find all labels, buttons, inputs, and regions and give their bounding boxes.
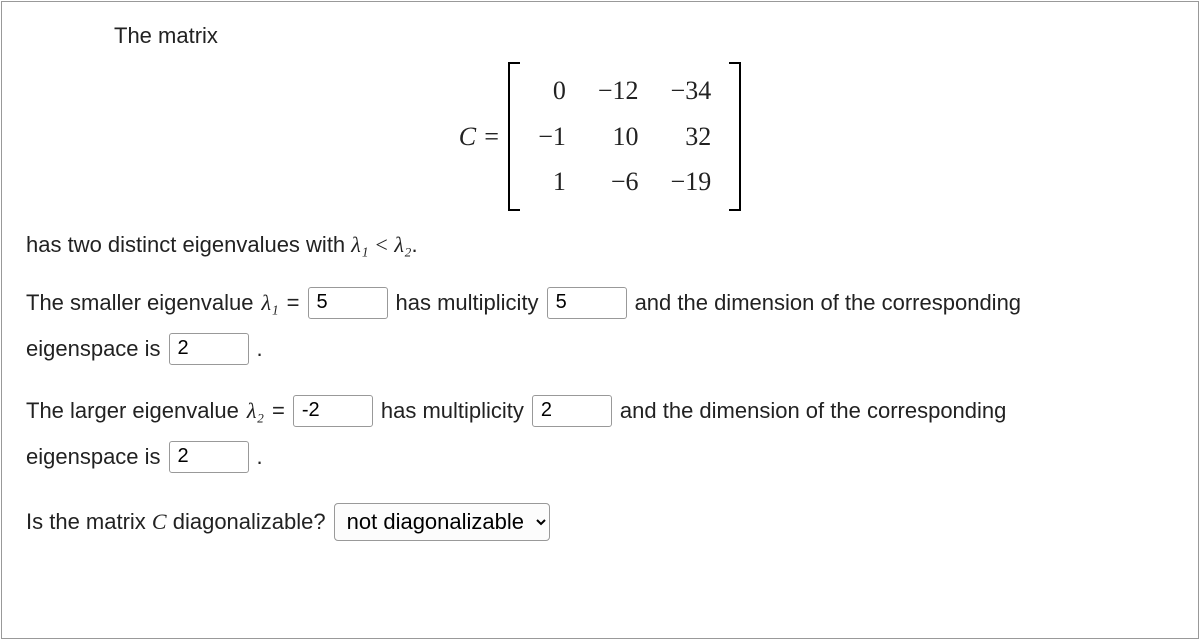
q1-dim-pre: and the dimension of the corresponding: [635, 287, 1021, 319]
distinct-line: has two distinct eigenvalues with λ₁ < λ…: [26, 229, 1174, 261]
q2-eig-pre: eigenspace is: [26, 441, 161, 473]
matrix-cell: 1: [522, 159, 582, 205]
diag-question: Is the matrix C diagonalizable?: [26, 506, 326, 538]
q2-pre: The larger eigenvalue: [26, 395, 239, 427]
matrix-label: C =: [459, 118, 500, 156]
q1-symbol: λ₁: [261, 287, 278, 319]
matrix-cell: 0: [522, 68, 582, 114]
lambda1-multiplicity-input[interactable]: [547, 287, 627, 319]
diagonalizable-line: Is the matrix C diagonalizable? not diag…: [26, 503, 1174, 541]
q1-period: .: [257, 333, 263, 365]
matrix-cell: −19: [655, 159, 728, 205]
question-frame: The matrix C = 0 −12 −34 −1 10 32 1 −6 −…: [1, 1, 1199, 639]
diag-pre: Is the matrix: [26, 509, 152, 534]
eigenvalue-1-line-2: eigenspace is .: [26, 333, 1174, 365]
matrix-row: 0 −12 −34: [522, 68, 727, 114]
lambda2-eigenspace-input[interactable]: [169, 441, 249, 473]
q2-mult-pre: has multiplicity: [381, 395, 524, 427]
lambda2-input[interactable]: [293, 395, 373, 427]
matrix-cell: 10: [582, 114, 655, 160]
intro-text: The matrix: [114, 20, 1174, 52]
matrix-cell: −34: [655, 68, 728, 114]
eigenvalue-2-line-2: eigenspace is .: [26, 441, 1174, 473]
matrix-row: −1 10 32: [522, 114, 727, 160]
matrix-row: 1 −6 −19: [522, 159, 727, 205]
eigenvalue-2-line-1: The larger eigenvalue λ₂ = has multiplic…: [26, 395, 1174, 427]
q1-eig-pre: eigenspace is: [26, 333, 161, 365]
lambda1-eigenspace-input[interactable]: [169, 333, 249, 365]
q2-symbol: λ₂: [247, 395, 264, 427]
lambda2-multiplicity-input[interactable]: [532, 395, 612, 427]
matrix-cell: 32: [655, 114, 728, 160]
q1-eq: =: [287, 287, 300, 319]
matrix-cell: −1: [522, 114, 582, 160]
distinct-math: λ₁ < λ₂: [351, 232, 411, 257]
q2-period: .: [257, 441, 263, 473]
q2-dim-pre: and the dimension of the corresponding: [620, 395, 1006, 427]
lambda1-input[interactable]: [308, 287, 388, 319]
q1-mult-pre: has multiplicity: [396, 287, 539, 319]
distinct-pre: has two distinct eigenvalues with: [26, 232, 351, 257]
distinct-post: .: [412, 232, 418, 257]
diag-sym: C: [152, 509, 167, 534]
eigenvalue-1-group: The smaller eigenvalue λ₁ = has multipli…: [26, 287, 1174, 365]
matrix-bracket: 0 −12 −34 −1 10 32 1 −6 −19: [508, 62, 741, 211]
diagonalizable-select[interactable]: not diagonalizable: [334, 503, 550, 541]
diag-post: diagonalizable?: [167, 509, 326, 534]
matrix-display: C = 0 −12 −34 −1 10 32 1 −6 −19: [26, 62, 1174, 211]
matrix-cell: −12: [582, 68, 655, 114]
matrix-cell: −6: [582, 159, 655, 205]
q1-pre: The smaller eigenvalue: [26, 287, 253, 319]
eigenvalue-1-line-1: The smaller eigenvalue λ₁ = has multipli…: [26, 287, 1174, 319]
matrix-table: 0 −12 −34 −1 10 32 1 −6 −19: [522, 68, 727, 205]
eigenvalue-2-group: The larger eigenvalue λ₂ = has multiplic…: [26, 395, 1174, 473]
q2-eq: =: [272, 395, 285, 427]
